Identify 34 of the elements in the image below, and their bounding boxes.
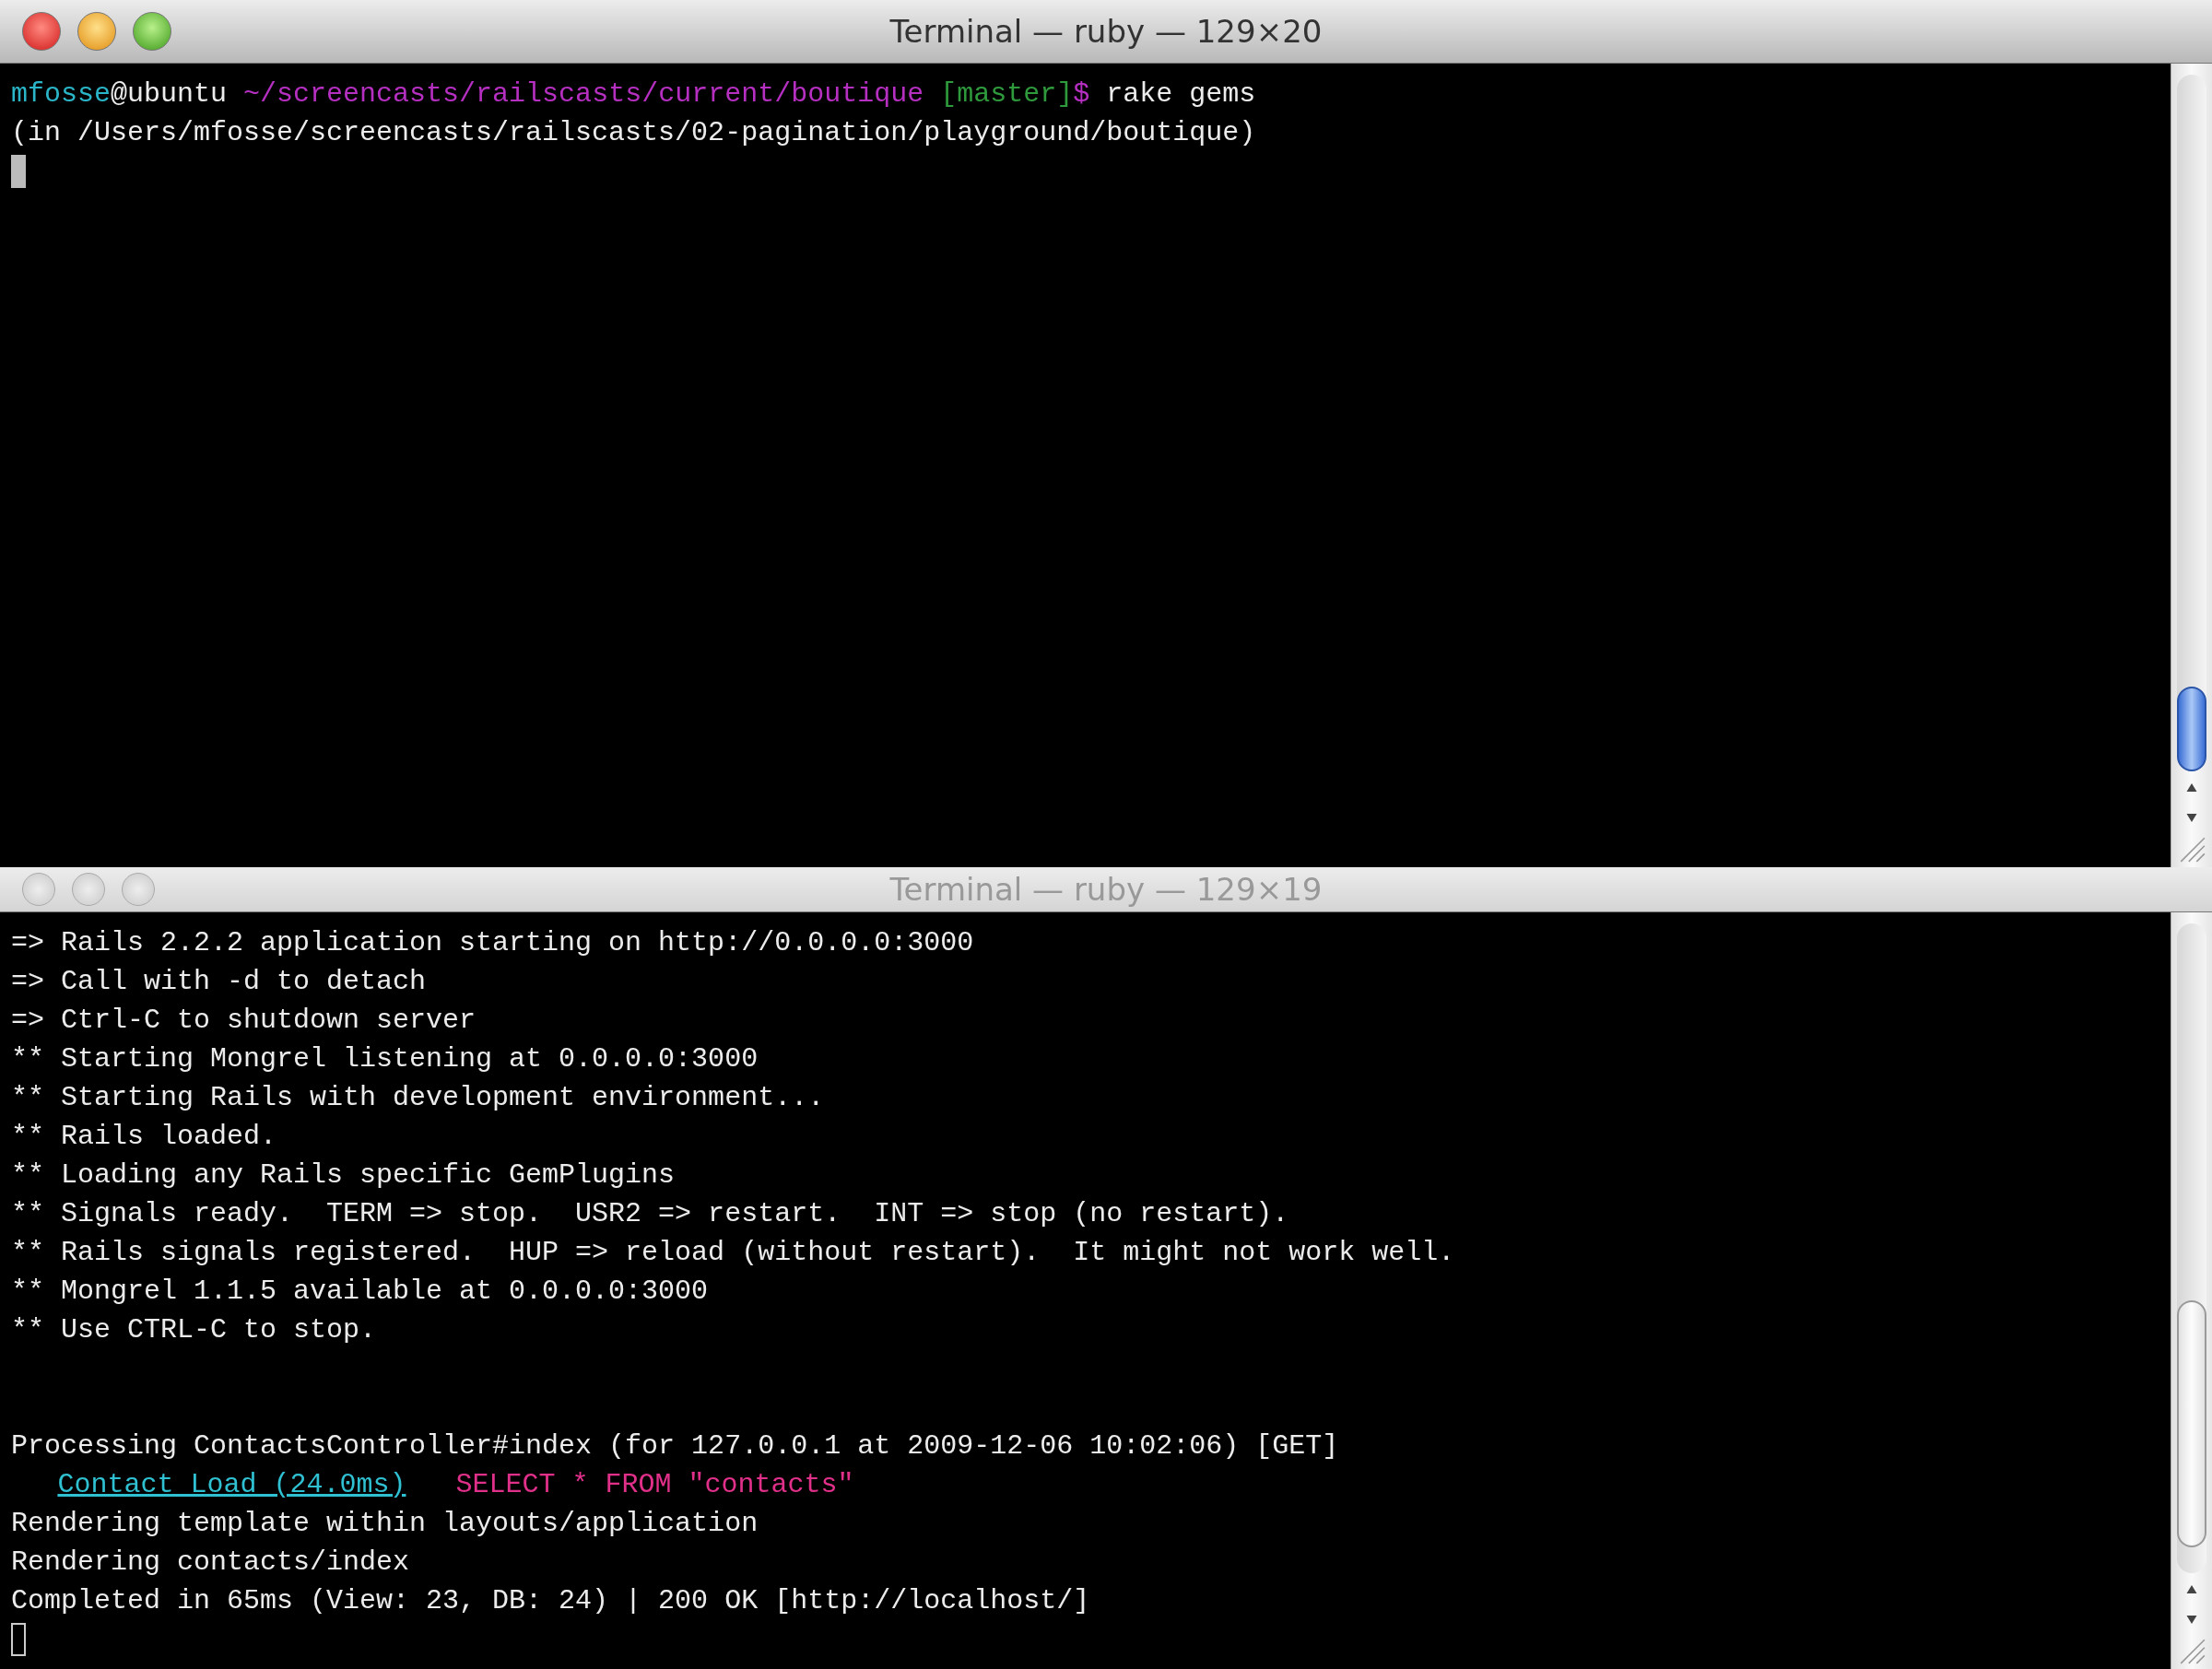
minimize-button[interactable] [77,12,116,51]
terminal-text: ** Rails signals registered. HUP => reload (without restart). It might not work well. [11,1236,1455,1270]
scroll-thumb[interactable] [2177,1299,2206,1547]
terminal-text: Contact Load (24.0ms) [57,1468,406,1502]
close-button[interactable] [22,12,61,51]
terminal-text: Rendering contacts/index [11,1546,410,1580]
terminal-text: => Rails 2.2.2 application starting on http://0.0.0.0:3000 [11,926,974,960]
scroll-thumb[interactable] [2177,687,2206,771]
terminal-text: ** Starting Rails with development environment... [11,1081,825,1115]
window-title: Terminal — ruby — 129×20 [889,13,1323,50]
terminal-text: ** Rails loaded. [11,1120,277,1154]
terminal-text: Completed in 65ms (View: 23, DB: 24) | 200 OK [http://localhost/] [11,1584,1090,1618]
terminal-text: ** Mongrel 1.1.5 available at 0.0.0.0:3000 [11,1275,709,1309]
terminal-text: Rendering template within layouts/application [11,1507,759,1541]
window-title: Terminal — ruby — 129×19 [889,871,1323,908]
terminal-text: => Call with -d to detach [11,965,427,999]
terminal-text: $ [1073,77,1090,112]
terminal-text: ** Use CTRL-C to stop. [11,1313,377,1347]
terminal-text: rake gems [1105,77,1256,112]
terminal-text: Processing ContactsController#index (for 127.0.0.1 at 2009-12-06 10:02:06) [GET] [11,1429,1339,1463]
text-cursor [11,1623,26,1656]
terminal-text: ** Loading any Rails specific GemPlugins [11,1158,676,1193]
zoom-button[interactable] [133,12,171,51]
terminal-text: SELECT * FROM "contacts" [455,1468,854,1502]
terminal-text: => Ctrl-C to shutdown server [11,1004,477,1038]
terminal-text: (in /Users/mfosse/screencasts/railscasts/02-pagination/playground/boutique) [11,116,1256,150]
terminal-text: ** Signals ready. TERM => stop. USR2 => restart. INT => stop (no restart). [11,1197,1289,1231]
terminal-text: ** Starting Mongrel listening at 0.0.0.0:3000 [11,1042,759,1076]
terminal-text: ~/screencasts/railscasts/current/boutique [242,77,924,112]
scrollbar[interactable] [2171,64,2212,867]
terminal-text: [master] [939,77,1074,112]
terminal-text: @ubuntu [111,77,228,112]
text-cursor [11,155,26,188]
terminal-text: mfosse [11,77,112,112]
